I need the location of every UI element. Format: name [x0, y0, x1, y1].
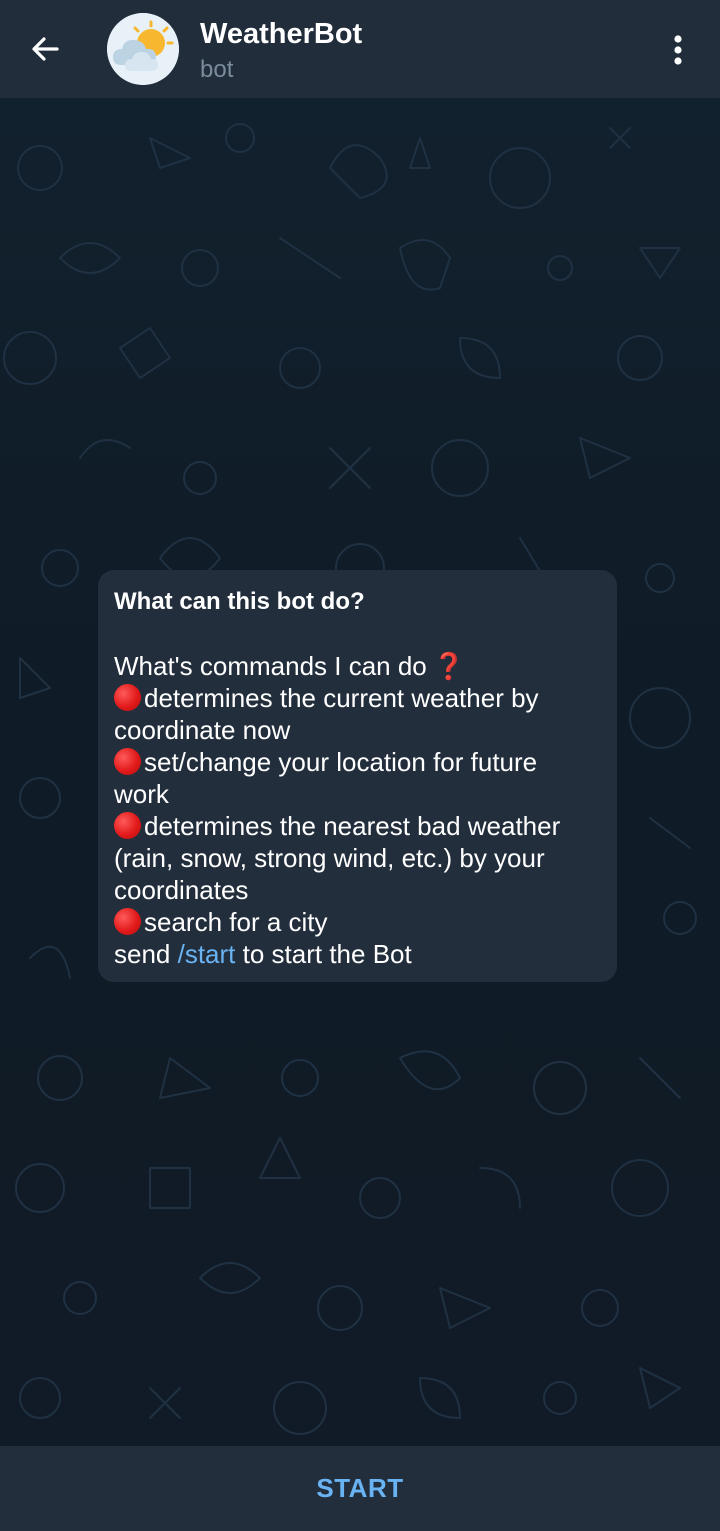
start-command-link[interactable]: /start: [178, 939, 236, 969]
bubble-body: What's commands I can do ❓ determines the…: [114, 650, 601, 970]
list-item: search for a city: [114, 906, 601, 938]
bottom-bar: START: [0, 1446, 720, 1531]
footer-suffix: to start the Bot: [235, 939, 412, 969]
start-button[interactable]: START: [0, 1446, 720, 1531]
red-circle-icon: [114, 812, 141, 839]
list-item-text: search for a city: [144, 907, 328, 937]
arrow-left-icon: [32, 37, 59, 61]
chat-title[interactable]: WeatherBot: [200, 18, 362, 51]
bot-avatar[interactable]: [107, 13, 179, 85]
chat-subtitle: bot: [200, 56, 234, 83]
red-circle-icon: [114, 684, 141, 711]
list-item: determines the current weather by: [114, 682, 601, 714]
question-mark-icon: ❓: [432, 651, 466, 681]
list-item: determines the nearest bad weather: [114, 810, 601, 842]
list-item-continuation: coordinate now: [114, 715, 291, 745]
list-item-continuation: coordinates: [114, 875, 249, 905]
chat-screen: WeatherBot bot What can this bot do? Wha…: [0, 0, 720, 1531]
bot-description-bubble: What can this bot do? What's commands I …: [98, 570, 617, 982]
list-item-text: determines the nearest bad weather: [144, 811, 561, 841]
list-item: set/change your location for future: [114, 746, 601, 778]
list-item-continuation: work: [114, 779, 169, 809]
more-menu-button[interactable]: [660, 30, 696, 70]
footer-prefix: send: [114, 939, 178, 969]
red-circle-icon: [114, 748, 141, 775]
intro-text: What's commands I can do: [114, 651, 427, 681]
sun-cloud-icon: [107, 13, 179, 85]
footer-line: send /start to start the Bot: [114, 938, 601, 970]
intro-line: What's commands I can do ❓: [114, 650, 601, 682]
list-item-text: determines the current weather by: [144, 683, 539, 713]
chat-header: WeatherBot bot: [0, 0, 720, 98]
more-vertical-icon: [674, 35, 682, 65]
bubble-title: What can this bot do?: [114, 588, 365, 615]
back-button[interactable]: [22, 26, 68, 72]
red-circle-icon: [114, 908, 141, 935]
list-item-text: set/change your location for future: [144, 747, 538, 777]
list-item-continuation: (rain, snow, strong wind, etc.) by your: [114, 843, 545, 873]
